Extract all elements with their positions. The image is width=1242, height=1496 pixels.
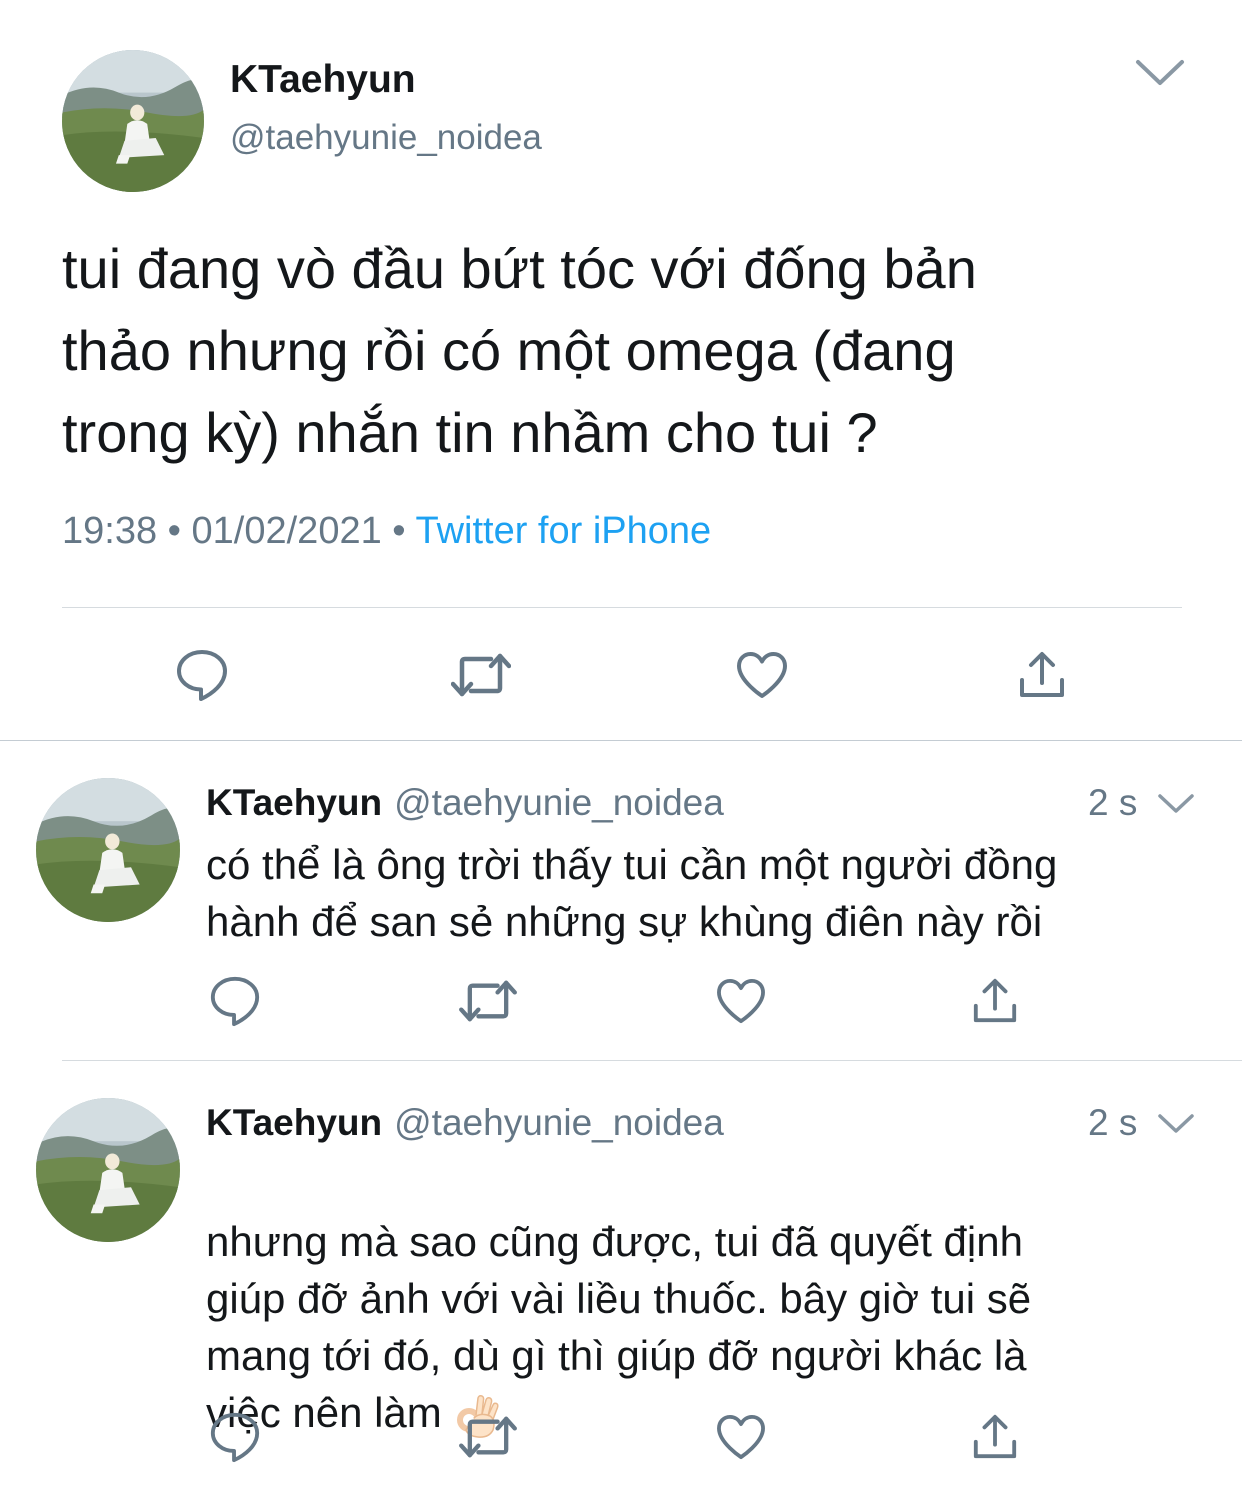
reply-timestamp: 2 s — [1088, 782, 1138, 823]
like-button[interactable] — [712, 1408, 770, 1466]
avatar[interactable] — [62, 50, 204, 192]
avatar-image — [62, 50, 204, 192]
share-button[interactable] — [966, 1408, 1024, 1466]
tweet-time: 19:38 — [62, 510, 158, 552]
share-button[interactable] — [1012, 645, 1072, 705]
reply-button[interactable] — [206, 1408, 264, 1466]
chevron-down-icon[interactable] — [1134, 58, 1186, 88]
tweet-date: 01/02/2021 — [191, 510, 382, 552]
reply-header: KTaehyun @taehyunie_noidea — [206, 1102, 724, 1144]
meta-separator: • — [392, 510, 406, 552]
avatar-image — [36, 778, 180, 922]
retweet-button[interactable] — [458, 1408, 518, 1466]
reply-icon — [210, 1412, 260, 1463]
author-name[interactable]: KTaehyun — [230, 58, 416, 102]
retweet-icon — [451, 653, 511, 697]
meta-separator: • — [167, 510, 181, 552]
like-button[interactable] — [712, 972, 770, 1030]
like-icon — [737, 652, 787, 698]
avatar-image — [36, 1098, 180, 1242]
author-handle[interactable]: @taehyunie_noidea — [230, 118, 542, 158]
reply-header: KTaehyun @taehyunie_noidea — [206, 782, 724, 824]
chevron-down-icon[interactable] — [1156, 792, 1196, 816]
reply-author-handle[interactable]: @taehyunie_noidea — [394, 782, 724, 823]
like-icon — [717, 978, 765, 1024]
reply-timestamp: 2 s — [1088, 1102, 1138, 1143]
tweet-source-link[interactable]: Twitter for iPhone — [415, 510, 711, 552]
reply-text: nhưng mà sao cũng được, tui đã quyết địn… — [206, 1156, 1206, 1441]
reply-avatar[interactable] — [36, 778, 180, 922]
like-icon — [717, 1414, 765, 1460]
reply-author-handle[interactable]: @taehyunie_noidea — [394, 1102, 724, 1143]
share-icon — [973, 978, 1017, 1023]
retweet-icon — [459, 1416, 517, 1458]
share-button[interactable] — [966, 972, 1024, 1030]
reply-icon — [177, 650, 227, 701]
reply-text: có thể là ông trời thấy tui cần một ngườ… — [206, 841, 1058, 945]
reply-text-body: nhưng mà sao cũng được, tui đã quyết địn… — [206, 1218, 1032, 1436]
retweet-button[interactable] — [450, 645, 512, 705]
reply-button[interactable] — [206, 972, 264, 1030]
divider — [0, 740, 1242, 741]
divider — [62, 1060, 1242, 1061]
share-icon — [973, 1414, 1017, 1459]
divider — [62, 607, 1182, 608]
reply-icon — [210, 976, 260, 1027]
reply-avatar[interactable] — [36, 1098, 180, 1242]
reply-author-name[interactable]: KTaehyun — [206, 1102, 382, 1143]
chevron-down-icon[interactable] — [1156, 1112, 1196, 1136]
like-button[interactable] — [732, 645, 792, 705]
retweet-button[interactable] — [458, 972, 518, 1030]
retweet-icon — [459, 980, 517, 1022]
share-icon — [1020, 652, 1064, 697]
reply-author-name[interactable]: KTaehyun — [206, 782, 382, 823]
tweet-text: tui đang vò đầu bứt tóc với đống bản thả… — [62, 237, 977, 464]
reply-button[interactable] — [172, 645, 232, 705]
tweet-meta: 19:38 • 01/02/2021 • Twitter for iPhone — [62, 510, 711, 553]
